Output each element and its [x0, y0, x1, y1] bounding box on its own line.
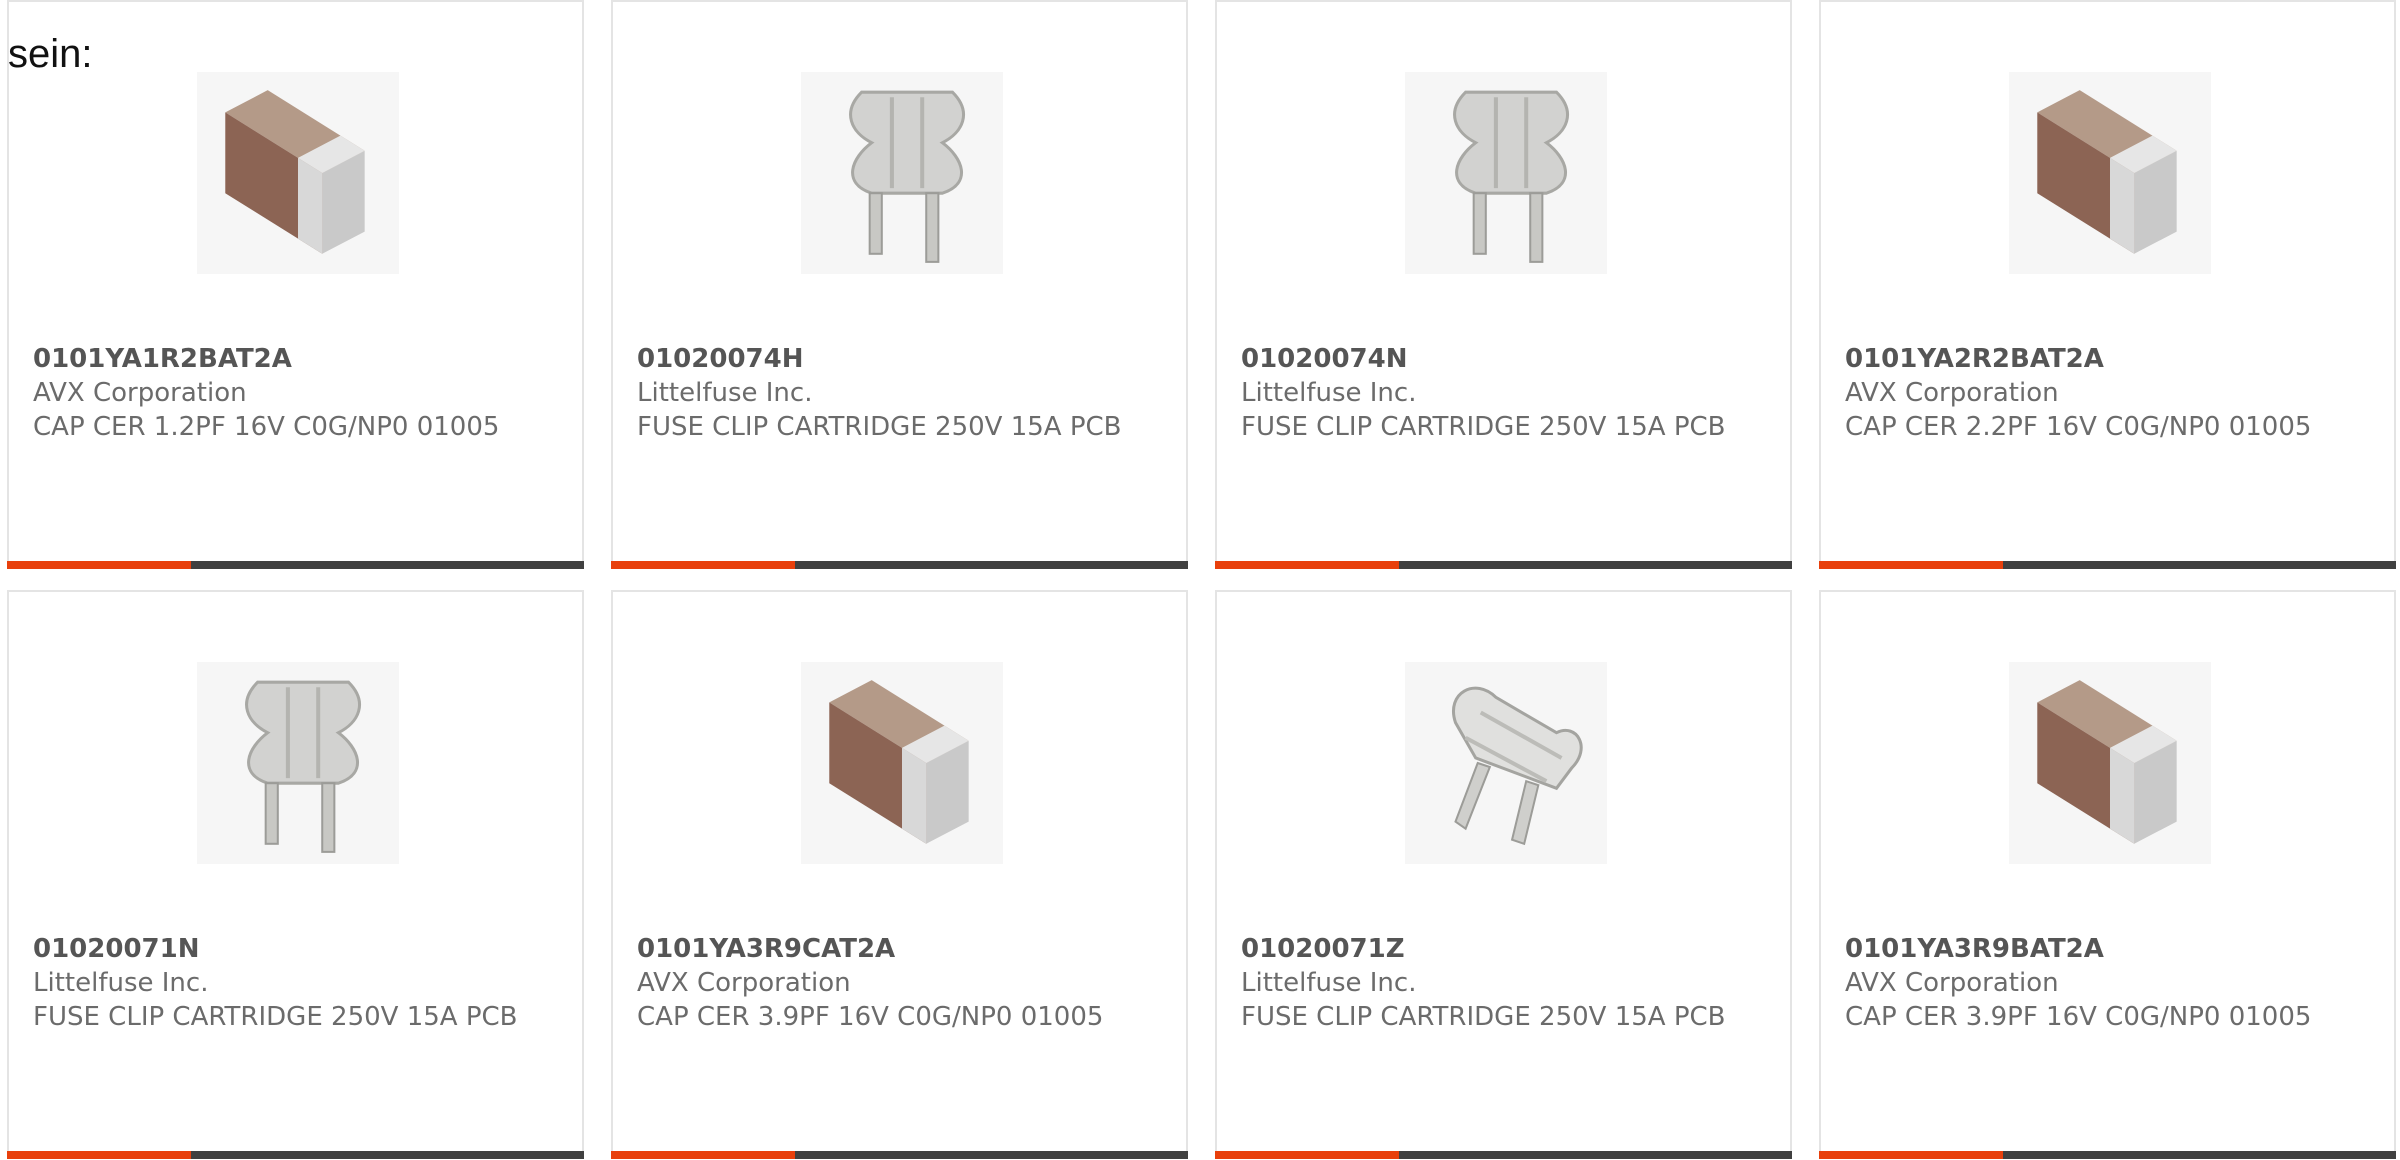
- part-number[interactable]: 01020074N: [1241, 342, 1766, 376]
- description: FUSE CLIP CARTRIDGE 250V 15A PCB: [637, 412, 1122, 442]
- card-accent-bar: [1215, 1151, 1399, 1159]
- card-accent-bar: [7, 561, 191, 569]
- card-bottom-bar: [611, 561, 1188, 569]
- manufacturer: Littelfuse Inc.: [33, 968, 209, 998]
- card-bottom-bar: [1819, 1151, 2396, 1159]
- part-number[interactable]: 01020071Z: [1241, 932, 1766, 966]
- card-accent-bar: [1215, 561, 1399, 569]
- ceramic-capacitor-icon: [225, 90, 365, 254]
- part-number[interactable]: 0101YA3R9CAT2A: [637, 932, 1162, 966]
- product-grid: 0101YA1R2BAT2A AVX Corporation CAP CER 1…: [0, 0, 2400, 1160]
- product-info: 0101YA1R2BAT2A AVX Corporation CAP CER 1…: [33, 342, 558, 444]
- description: CAP CER 1.2PF 16V C0G/NP0 01005: [33, 412, 500, 442]
- card-accent-bar: [7, 1151, 191, 1159]
- product-image[interactable]: [801, 72, 1003, 274]
- manufacturer: AVX Corporation: [33, 378, 247, 408]
- card-bottom-bar: [7, 1151, 584, 1159]
- intro-text: sein:: [8, 32, 93, 76]
- ceramic-capacitor-icon: [2037, 90, 2177, 254]
- product-card[interactable]: 0101YA2R2BAT2A AVX Corporation CAP CER 2…: [1819, 0, 2396, 569]
- product-image[interactable]: [197, 662, 399, 864]
- description: CAP CER 3.9PF 16V C0G/NP0 01005: [637, 1002, 1104, 1032]
- card-bottom-bar: [1819, 561, 2396, 569]
- product-info: 01020074N Littelfuse Inc. FUSE CLIP CART…: [1241, 342, 1766, 444]
- ceramic-capacitor-icon: [2037, 680, 2177, 844]
- manufacturer: Littelfuse Inc.: [637, 378, 813, 408]
- product-image[interactable]: [2009, 72, 2211, 274]
- description: FUSE CLIP CARTRIDGE 250V 15A PCB: [33, 1002, 518, 1032]
- part-number[interactable]: 0101YA3R9BAT2A: [1845, 932, 2370, 966]
- description: CAP CER 3.9PF 16V C0G/NP0 01005: [1845, 1002, 2312, 1032]
- manufacturer: AVX Corporation: [1845, 378, 2059, 408]
- fuse-clip-angled-icon: [1452, 686, 1583, 846]
- product-card[interactable]: 0101YA3R9CAT2A AVX Corporation CAP CER 3…: [611, 590, 1188, 1159]
- product-card[interactable]: 01020074N Littelfuse Inc. FUSE CLIP CART…: [1215, 0, 1792, 569]
- part-number[interactable]: 01020071N: [33, 932, 558, 966]
- product-image[interactable]: [2009, 662, 2211, 864]
- card-bottom-bar: [1215, 561, 1792, 569]
- manufacturer: Littelfuse Inc.: [1241, 378, 1417, 408]
- product-info: 01020071N Littelfuse Inc. FUSE CLIP CART…: [33, 932, 558, 1034]
- product-image[interactable]: [1405, 662, 1607, 864]
- description: CAP CER 2.2PF 16V C0G/NP0 01005: [1845, 412, 2312, 442]
- card-accent-bar: [1819, 1151, 2003, 1159]
- product-info: 0101YA3R9CAT2A AVX Corporation CAP CER 3…: [637, 932, 1162, 1034]
- part-number[interactable]: 0101YA2R2BAT2A: [1845, 342, 2370, 376]
- manufacturer: Littelfuse Inc.: [1241, 968, 1417, 998]
- manufacturer: AVX Corporation: [1845, 968, 2059, 998]
- product-info: 0101YA2R2BAT2A AVX Corporation CAP CER 2…: [1845, 342, 2370, 444]
- description: FUSE CLIP CARTRIDGE 250V 15A PCB: [1241, 1002, 1726, 1032]
- product-card[interactable]: 01020074H Littelfuse Inc. FUSE CLIP CART…: [611, 0, 1188, 569]
- part-number[interactable]: 0101YA1R2BAT2A: [33, 342, 558, 376]
- product-info: 01020071Z Littelfuse Inc. FUSE CLIP CART…: [1241, 932, 1766, 1034]
- ceramic-capacitor-icon: [829, 680, 969, 844]
- card-bottom-bar: [7, 561, 584, 569]
- fuse-clip-icon: [1453, 90, 1569, 263]
- product-image[interactable]: [197, 72, 399, 274]
- product-image[interactable]: [1405, 72, 1607, 274]
- manufacturer: AVX Corporation: [637, 968, 851, 998]
- product-card[interactable]: 01020071N Littelfuse Inc. FUSE CLIP CART…: [7, 590, 584, 1159]
- card-bottom-bar: [611, 1151, 1188, 1159]
- card-accent-bar: [1819, 561, 2003, 569]
- product-image[interactable]: [801, 662, 1003, 864]
- product-card[interactable]: 0101YA3R9BAT2A AVX Corporation CAP CER 3…: [1819, 590, 2396, 1159]
- part-number[interactable]: 01020074H: [637, 342, 1162, 376]
- product-info: 01020074H Littelfuse Inc. FUSE CLIP CART…: [637, 342, 1162, 444]
- card-accent-bar: [611, 561, 795, 569]
- product-card[interactable]: 01020071Z Littelfuse Inc. FUSE CLIP CART…: [1215, 590, 1792, 1159]
- product-info: 0101YA3R9BAT2A AVX Corporation CAP CER 3…: [1845, 932, 2370, 1034]
- fuse-clip-icon: [245, 680, 361, 853]
- card-bottom-bar: [1215, 1151, 1792, 1159]
- card-accent-bar: [611, 1151, 795, 1159]
- description: FUSE CLIP CARTRIDGE 250V 15A PCB: [1241, 412, 1726, 442]
- fuse-clip-icon: [849, 90, 965, 263]
- product-card[interactable]: 0101YA1R2BAT2A AVX Corporation CAP CER 1…: [7, 0, 584, 569]
